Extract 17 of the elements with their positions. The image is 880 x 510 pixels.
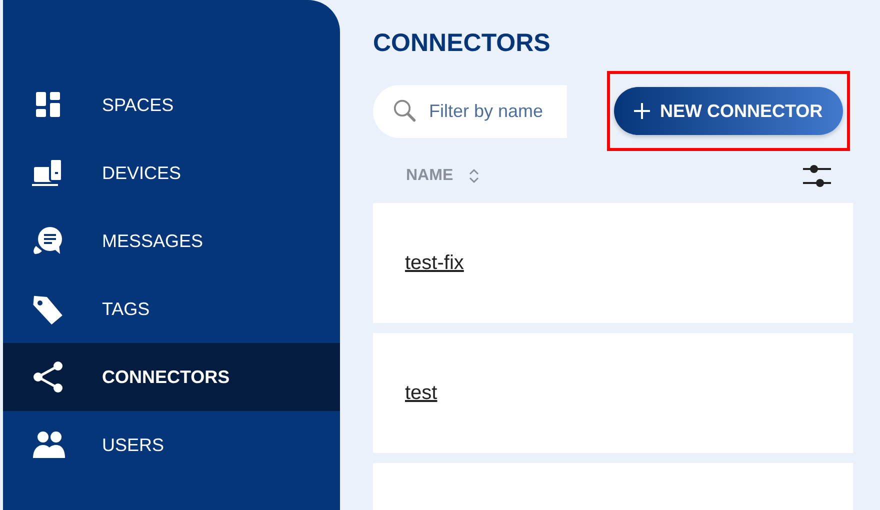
search-field[interactable]: Filter by name <box>373 84 567 138</box>
share-icon <box>31 360 65 394</box>
new-connector-button[interactable]: NEW CONNECTOR <box>614 87 843 135</box>
sidebar-item[interactable]: DEVICES <box>3 139 340 207</box>
sidebar-item[interactable]: MESSAGES <box>3 207 340 275</box>
page-title: CONNECTORS <box>373 28 552 58</box>
filter-settings-icon[interactable] <box>803 164 831 188</box>
search-input[interactable]: Filter by name <box>427 96 567 126</box>
sidebar-item[interactable]: USERS <box>3 411 340 479</box>
sidebar-item[interactable]: CONNECTORS <box>3 343 340 411</box>
sidebar-item[interactable]: SPACES <box>3 71 340 139</box>
plus-icon <box>634 103 650 119</box>
search-icon <box>393 98 417 124</box>
connector-link[interactable]: test-fix <box>405 248 464 278</box>
sort-icon[interactable] <box>469 168 480 184</box>
connector-link[interactable]: test <box>405 378 438 408</box>
sidebar-item[interactable]: TAGS <box>3 275 340 343</box>
